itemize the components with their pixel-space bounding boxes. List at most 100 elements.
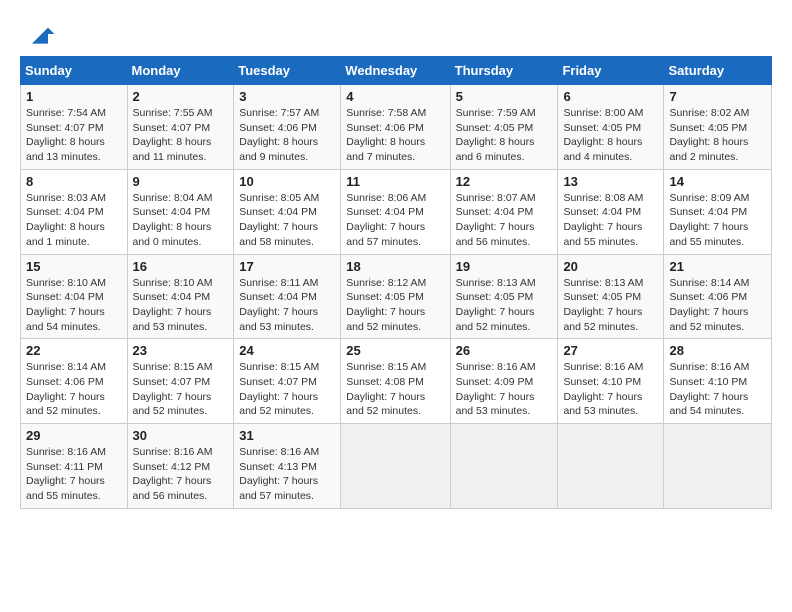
cell-content: Sunrise: 8:07 AM Sunset: 4:04 PM Dayligh… bbox=[456, 191, 553, 250]
weekday-header: Tuesday bbox=[234, 57, 341, 85]
calendar-week: 15 Sunrise: 8:10 AM Sunset: 4:04 PM Dayl… bbox=[21, 254, 772, 339]
day-number: 26 bbox=[456, 343, 553, 358]
weekday-header: Saturday bbox=[664, 57, 772, 85]
cell-content: Sunrise: 7:55 AM Sunset: 4:07 PM Dayligh… bbox=[133, 106, 229, 165]
cell-content: Sunrise: 8:16 AM Sunset: 4:13 PM Dayligh… bbox=[239, 445, 335, 504]
day-number: 3 bbox=[239, 89, 335, 104]
cell-content: Sunrise: 8:04 AM Sunset: 4:04 PM Dayligh… bbox=[133, 191, 229, 250]
calendar-cell: 7 Sunrise: 8:02 AM Sunset: 4:05 PM Dayli… bbox=[664, 85, 772, 170]
calendar-table: SundayMondayTuesdayWednesdayThursdayFrid… bbox=[20, 56, 772, 509]
day-number: 31 bbox=[239, 428, 335, 443]
day-number: 1 bbox=[26, 89, 122, 104]
calendar-cell: 14 Sunrise: 8:09 AM Sunset: 4:04 PM Dayl… bbox=[664, 169, 772, 254]
calendar-cell: 29 Sunrise: 8:16 AM Sunset: 4:11 PM Dayl… bbox=[21, 424, 128, 509]
day-number: 19 bbox=[456, 259, 553, 274]
calendar-cell: 21 Sunrise: 8:14 AM Sunset: 4:06 PM Dayl… bbox=[664, 254, 772, 339]
day-number: 4 bbox=[346, 89, 444, 104]
cell-content: Sunrise: 8:15 AM Sunset: 4:07 PM Dayligh… bbox=[133, 360, 229, 419]
calendar-cell: 3 Sunrise: 7:57 AM Sunset: 4:06 PM Dayli… bbox=[234, 85, 341, 170]
calendar-cell: 22 Sunrise: 8:14 AM Sunset: 4:06 PM Dayl… bbox=[21, 339, 128, 424]
calendar-cell: 28 Sunrise: 8:16 AM Sunset: 4:10 PM Dayl… bbox=[664, 339, 772, 424]
day-number: 21 bbox=[669, 259, 766, 274]
day-number: 5 bbox=[456, 89, 553, 104]
day-number: 27 bbox=[563, 343, 658, 358]
calendar-cell: 12 Sunrise: 8:07 AM Sunset: 4:04 PM Dayl… bbox=[450, 169, 558, 254]
cell-content: Sunrise: 7:54 AM Sunset: 4:07 PM Dayligh… bbox=[26, 106, 122, 165]
day-number: 24 bbox=[239, 343, 335, 358]
header-row: SundayMondayTuesdayWednesdayThursdayFrid… bbox=[21, 57, 772, 85]
calendar-cell: 13 Sunrise: 8:08 AM Sunset: 4:04 PM Dayl… bbox=[558, 169, 664, 254]
cell-content: Sunrise: 8:09 AM Sunset: 4:04 PM Dayligh… bbox=[669, 191, 766, 250]
day-number: 18 bbox=[346, 259, 444, 274]
calendar-cell: 5 Sunrise: 7:59 AM Sunset: 4:05 PM Dayli… bbox=[450, 85, 558, 170]
day-number: 6 bbox=[563, 89, 658, 104]
cell-content: Sunrise: 7:58 AM Sunset: 4:06 PM Dayligh… bbox=[346, 106, 444, 165]
calendar-cell: 16 Sunrise: 8:10 AM Sunset: 4:04 PM Dayl… bbox=[127, 254, 234, 339]
day-number: 11 bbox=[346, 174, 444, 189]
calendar-cell: 23 Sunrise: 8:15 AM Sunset: 4:07 PM Dayl… bbox=[127, 339, 234, 424]
page: SundayMondayTuesdayWednesdayThursdayFrid… bbox=[0, 0, 792, 612]
cell-content: Sunrise: 8:12 AM Sunset: 4:05 PM Dayligh… bbox=[346, 276, 444, 335]
day-number: 13 bbox=[563, 174, 658, 189]
cell-content: Sunrise: 8:13 AM Sunset: 4:05 PM Dayligh… bbox=[563, 276, 658, 335]
calendar-cell: 18 Sunrise: 8:12 AM Sunset: 4:05 PM Dayl… bbox=[341, 254, 450, 339]
cell-content: Sunrise: 8:03 AM Sunset: 4:04 PM Dayligh… bbox=[26, 191, 122, 250]
cell-content: Sunrise: 8:16 AM Sunset: 4:10 PM Dayligh… bbox=[563, 360, 658, 419]
cell-content: Sunrise: 8:16 AM Sunset: 4:12 PM Dayligh… bbox=[133, 445, 229, 504]
calendar-cell bbox=[450, 424, 558, 509]
logo bbox=[20, 18, 56, 46]
day-number: 25 bbox=[346, 343, 444, 358]
day-number: 15 bbox=[26, 259, 122, 274]
calendar-week: 1 Sunrise: 7:54 AM Sunset: 4:07 PM Dayli… bbox=[21, 85, 772, 170]
day-number: 16 bbox=[133, 259, 229, 274]
calendar-week: 8 Sunrise: 8:03 AM Sunset: 4:04 PM Dayli… bbox=[21, 169, 772, 254]
calendar-cell: 24 Sunrise: 8:15 AM Sunset: 4:07 PM Dayl… bbox=[234, 339, 341, 424]
day-number: 14 bbox=[669, 174, 766, 189]
calendar-cell: 1 Sunrise: 7:54 AM Sunset: 4:07 PM Dayli… bbox=[21, 85, 128, 170]
cell-content: Sunrise: 8:06 AM Sunset: 4:04 PM Dayligh… bbox=[346, 191, 444, 250]
calendar-cell: 8 Sunrise: 8:03 AM Sunset: 4:04 PM Dayli… bbox=[21, 169, 128, 254]
day-number: 20 bbox=[563, 259, 658, 274]
cell-content: Sunrise: 8:10 AM Sunset: 4:04 PM Dayligh… bbox=[133, 276, 229, 335]
cell-content: Sunrise: 8:16 AM Sunset: 4:09 PM Dayligh… bbox=[456, 360, 553, 419]
calendar-cell: 10 Sunrise: 8:05 AM Sunset: 4:04 PM Dayl… bbox=[234, 169, 341, 254]
calendar-cell: 15 Sunrise: 8:10 AM Sunset: 4:04 PM Dayl… bbox=[21, 254, 128, 339]
calendar-week: 22 Sunrise: 8:14 AM Sunset: 4:06 PM Dayl… bbox=[21, 339, 772, 424]
cell-content: Sunrise: 8:14 AM Sunset: 4:06 PM Dayligh… bbox=[669, 276, 766, 335]
calendar-cell: 4 Sunrise: 7:58 AM Sunset: 4:06 PM Dayli… bbox=[341, 85, 450, 170]
day-number: 7 bbox=[669, 89, 766, 104]
calendar-cell: 2 Sunrise: 7:55 AM Sunset: 4:07 PM Dayli… bbox=[127, 85, 234, 170]
day-number: 9 bbox=[133, 174, 229, 189]
cell-content: Sunrise: 8:16 AM Sunset: 4:11 PM Dayligh… bbox=[26, 445, 122, 504]
cell-content: Sunrise: 8:02 AM Sunset: 4:05 PM Dayligh… bbox=[669, 106, 766, 165]
calendar-cell: 6 Sunrise: 8:00 AM Sunset: 4:05 PM Dayli… bbox=[558, 85, 664, 170]
day-number: 30 bbox=[133, 428, 229, 443]
weekday-header: Thursday bbox=[450, 57, 558, 85]
cell-content: Sunrise: 8:16 AM Sunset: 4:10 PM Dayligh… bbox=[669, 360, 766, 419]
calendar-cell: 31 Sunrise: 8:16 AM Sunset: 4:13 PM Dayl… bbox=[234, 424, 341, 509]
day-number: 22 bbox=[26, 343, 122, 358]
cell-content: Sunrise: 8:00 AM Sunset: 4:05 PM Dayligh… bbox=[563, 106, 658, 165]
calendar-cell: 30 Sunrise: 8:16 AM Sunset: 4:12 PM Dayl… bbox=[127, 424, 234, 509]
day-number: 23 bbox=[133, 343, 229, 358]
cell-content: Sunrise: 8:15 AM Sunset: 4:08 PM Dayligh… bbox=[346, 360, 444, 419]
calendar-cell bbox=[341, 424, 450, 509]
calendar-cell: 19 Sunrise: 8:13 AM Sunset: 4:05 PM Dayl… bbox=[450, 254, 558, 339]
day-number: 29 bbox=[26, 428, 122, 443]
weekday-header: Wednesday bbox=[341, 57, 450, 85]
header bbox=[20, 18, 772, 46]
cell-content: Sunrise: 8:08 AM Sunset: 4:04 PM Dayligh… bbox=[563, 191, 658, 250]
day-number: 10 bbox=[239, 174, 335, 189]
day-number: 17 bbox=[239, 259, 335, 274]
cell-content: Sunrise: 8:05 AM Sunset: 4:04 PM Dayligh… bbox=[239, 191, 335, 250]
calendar-cell: 9 Sunrise: 8:04 AM Sunset: 4:04 PM Dayli… bbox=[127, 169, 234, 254]
calendar-cell: 27 Sunrise: 8:16 AM Sunset: 4:10 PM Dayl… bbox=[558, 339, 664, 424]
calendar-cell: 20 Sunrise: 8:13 AM Sunset: 4:05 PM Dayl… bbox=[558, 254, 664, 339]
day-number: 12 bbox=[456, 174, 553, 189]
calendar-cell: 11 Sunrise: 8:06 AM Sunset: 4:04 PM Dayl… bbox=[341, 169, 450, 254]
cell-content: Sunrise: 8:15 AM Sunset: 4:07 PM Dayligh… bbox=[239, 360, 335, 419]
day-number: 2 bbox=[133, 89, 229, 104]
day-number: 28 bbox=[669, 343, 766, 358]
weekday-header: Friday bbox=[558, 57, 664, 85]
calendar-cell: 25 Sunrise: 8:15 AM Sunset: 4:08 PM Dayl… bbox=[341, 339, 450, 424]
